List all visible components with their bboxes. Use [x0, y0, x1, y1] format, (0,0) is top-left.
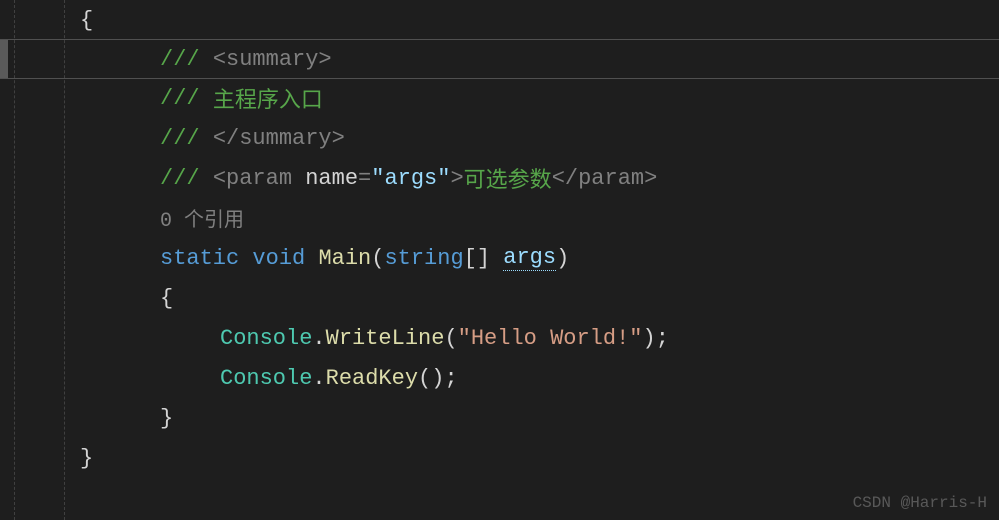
code-line-writeline[interactable]: Console.WriteLine("Hello World!");: [0, 318, 999, 358]
code-lens[interactable]: 0 个引用: [0, 198, 999, 238]
code-line-doc-summary-close[interactable]: /// </summary>: [0, 118, 999, 158]
code-line-brace-close[interactable]: }: [0, 438, 999, 478]
code-line-brace-open[interactable]: {: [0, 0, 999, 40]
watermark: CSDN @Harris-H: [853, 494, 987, 512]
code-line-method-signature[interactable]: static void Main(string[] args): [0, 238, 999, 278]
code-line-method-brace-close[interactable]: }: [0, 398, 999, 438]
code-line-method-brace-open[interactable]: {: [0, 278, 999, 318]
code-line-readkey[interactable]: Console.ReadKey();: [0, 358, 999, 398]
code-line-doc-summary-text[interactable]: /// 主程序入口: [0, 78, 999, 118]
code-line-doc-param[interactable]: /// <param name="args">可选参数</param>: [0, 158, 999, 198]
code-editor[interactable]: { /// <summary> /// 主程序入口 /// </summary>…: [0, 0, 999, 520]
code-line-doc-summary-open[interactable]: /// <summary>: [0, 39, 999, 79]
